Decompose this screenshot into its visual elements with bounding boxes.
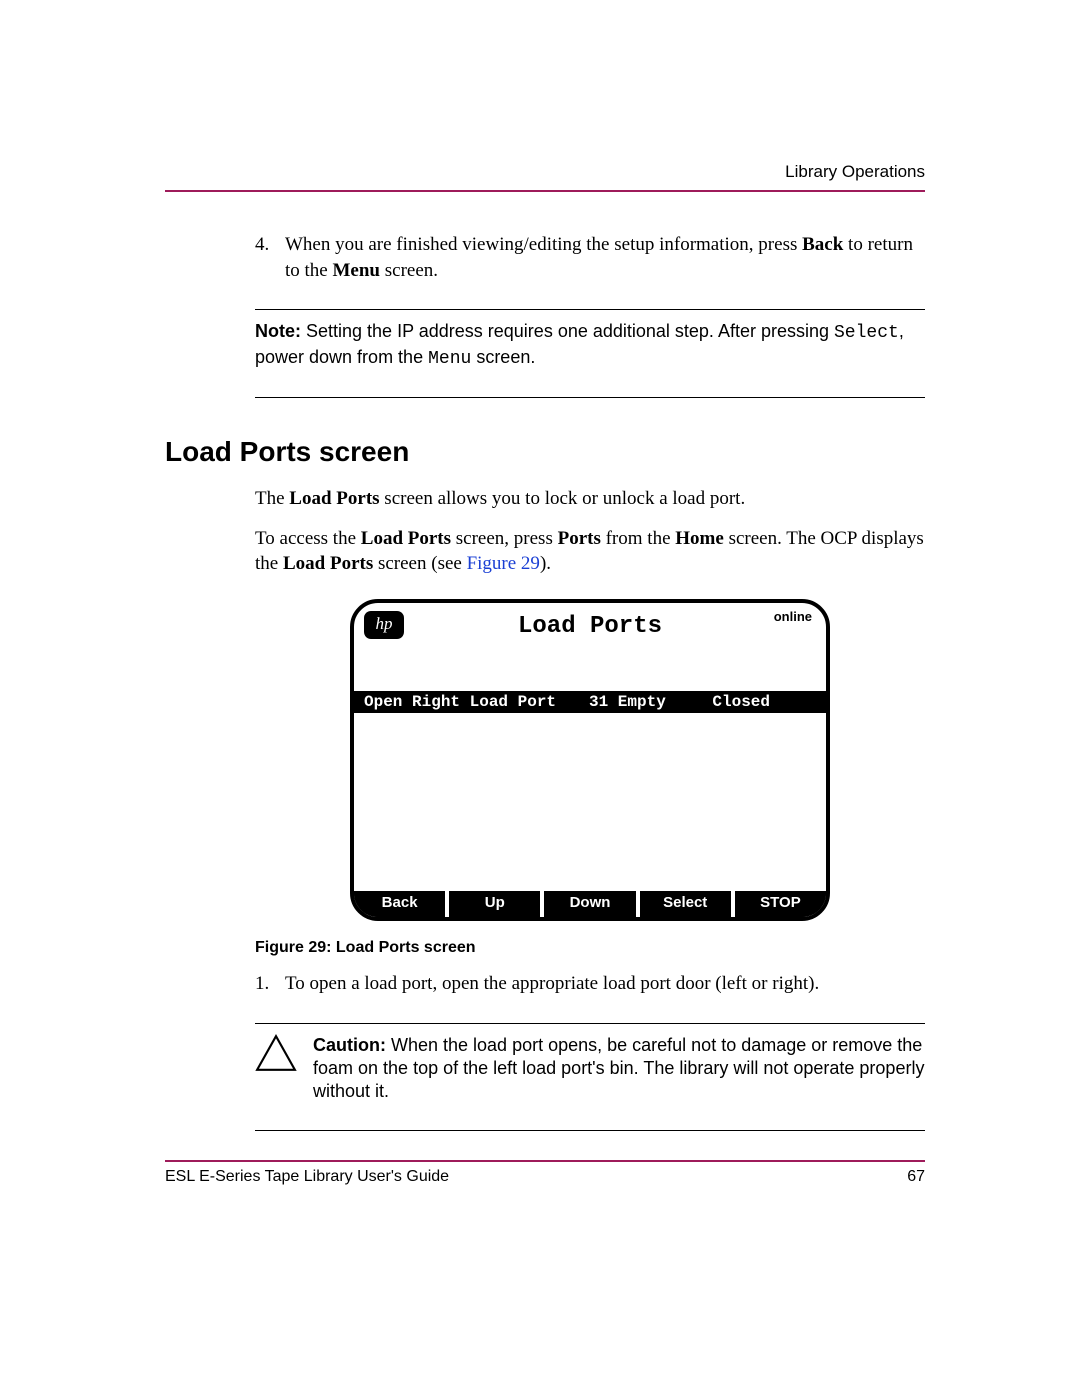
text-fragment: When you are finished viewing/editing th… <box>285 234 802 255</box>
step-1: 1. To open a load port, open the appropr… <box>255 971 925 997</box>
step-text: To open a load port, open the appropriat… <box>285 971 925 997</box>
bold-text: Ports <box>558 528 601 549</box>
mono-select: Select <box>834 323 899 343</box>
header-rule <box>165 190 925 192</box>
caution-label: Caution: <box>313 1035 386 1055</box>
up-button[interactable]: Up <box>449 891 544 917</box>
figure-29: hp Load Ports online Open Right Load Por… <box>255 599 925 921</box>
select-button[interactable]: Select <box>640 891 735 917</box>
screen-title: Load Ports <box>354 613 826 640</box>
running-header: Library Operations <box>165 162 925 182</box>
text-fragment: To access the <box>255 528 361 549</box>
text-fragment: from the <box>601 528 675 549</box>
text-fragment: screen, press <box>451 528 558 549</box>
text-fragment: screen. <box>471 347 535 367</box>
ocp-screen: hp Load Ports online Open Right Load Por… <box>350 599 830 921</box>
caution-triangle-icon <box>255 1034 297 1072</box>
text-fragment: Setting the IP address requires one addi… <box>301 321 834 341</box>
note-block: Note: Setting the IP address requires on… <box>255 320 925 371</box>
port-row-selected[interactable]: Open Right Load Port 31 Empty Closed <box>354 691 826 713</box>
step-number: 1. <box>255 971 285 997</box>
note-rule-bottom <box>255 397 925 398</box>
figure-caption: Figure 29: Load Ports screen <box>255 939 925 957</box>
text-fragment: screen. <box>380 260 438 281</box>
softkey-bar: Back Up Down Select STOP <box>354 891 826 917</box>
stop-button[interactable]: STOP <box>735 891 826 917</box>
text-fragment: The <box>255 488 289 509</box>
bold-load-ports: Load Ports <box>289 488 379 509</box>
footer-title: ESL E-Series Tape Library User's Guide <box>165 1168 449 1186</box>
note-label: Note: <box>255 321 301 341</box>
page-footer: ESL E-Series Tape Library User's Guide 6… <box>165 1160 925 1186</box>
step-text: When you are finished viewing/editing th… <box>285 232 925 283</box>
bold-menu: Menu <box>333 260 381 281</box>
port-slots: 31 Empty <box>589 693 699 711</box>
bold-back: Back <box>802 234 843 255</box>
port-name: Open Right Load Port <box>364 693 589 711</box>
page-number: 67 <box>907 1168 925 1186</box>
caution-body: When the load port opens, be careful not… <box>313 1035 924 1102</box>
note-rule-top <box>255 309 925 310</box>
paragraph-2: To access the Load Ports screen, press P… <box>255 526 925 577</box>
online-status: online <box>774 609 812 624</box>
bold-text: Load Ports <box>283 553 373 574</box>
section-heading: Load Ports screen <box>165 436 925 468</box>
step-4: 4. When you are finished viewing/editing… <box>255 232 925 283</box>
back-button[interactable]: Back <box>354 891 449 917</box>
bold-text: Home <box>675 528 724 549</box>
paragraph-1: The Load Ports screen allows you to lock… <box>255 486 925 512</box>
caution-rule-top <box>255 1023 925 1024</box>
figure-link[interactable]: Figure 29 <box>467 553 540 574</box>
bold-text: Load Ports <box>361 528 451 549</box>
mono-menu: Menu <box>428 349 471 369</box>
text-fragment: screen (see <box>373 553 466 574</box>
caution-rule-bottom <box>255 1130 925 1131</box>
footer-rule <box>165 1160 925 1162</box>
caution-block: Caution: When the load port opens, be ca… <box>255 1034 925 1104</box>
port-state: Closed <box>699 693 816 711</box>
down-button[interactable]: Down <box>544 891 639 917</box>
text-fragment: screen allows you to lock or unlock a lo… <box>380 488 746 509</box>
step-number: 4. <box>255 232 285 283</box>
text-fragment: ). <box>540 553 551 574</box>
